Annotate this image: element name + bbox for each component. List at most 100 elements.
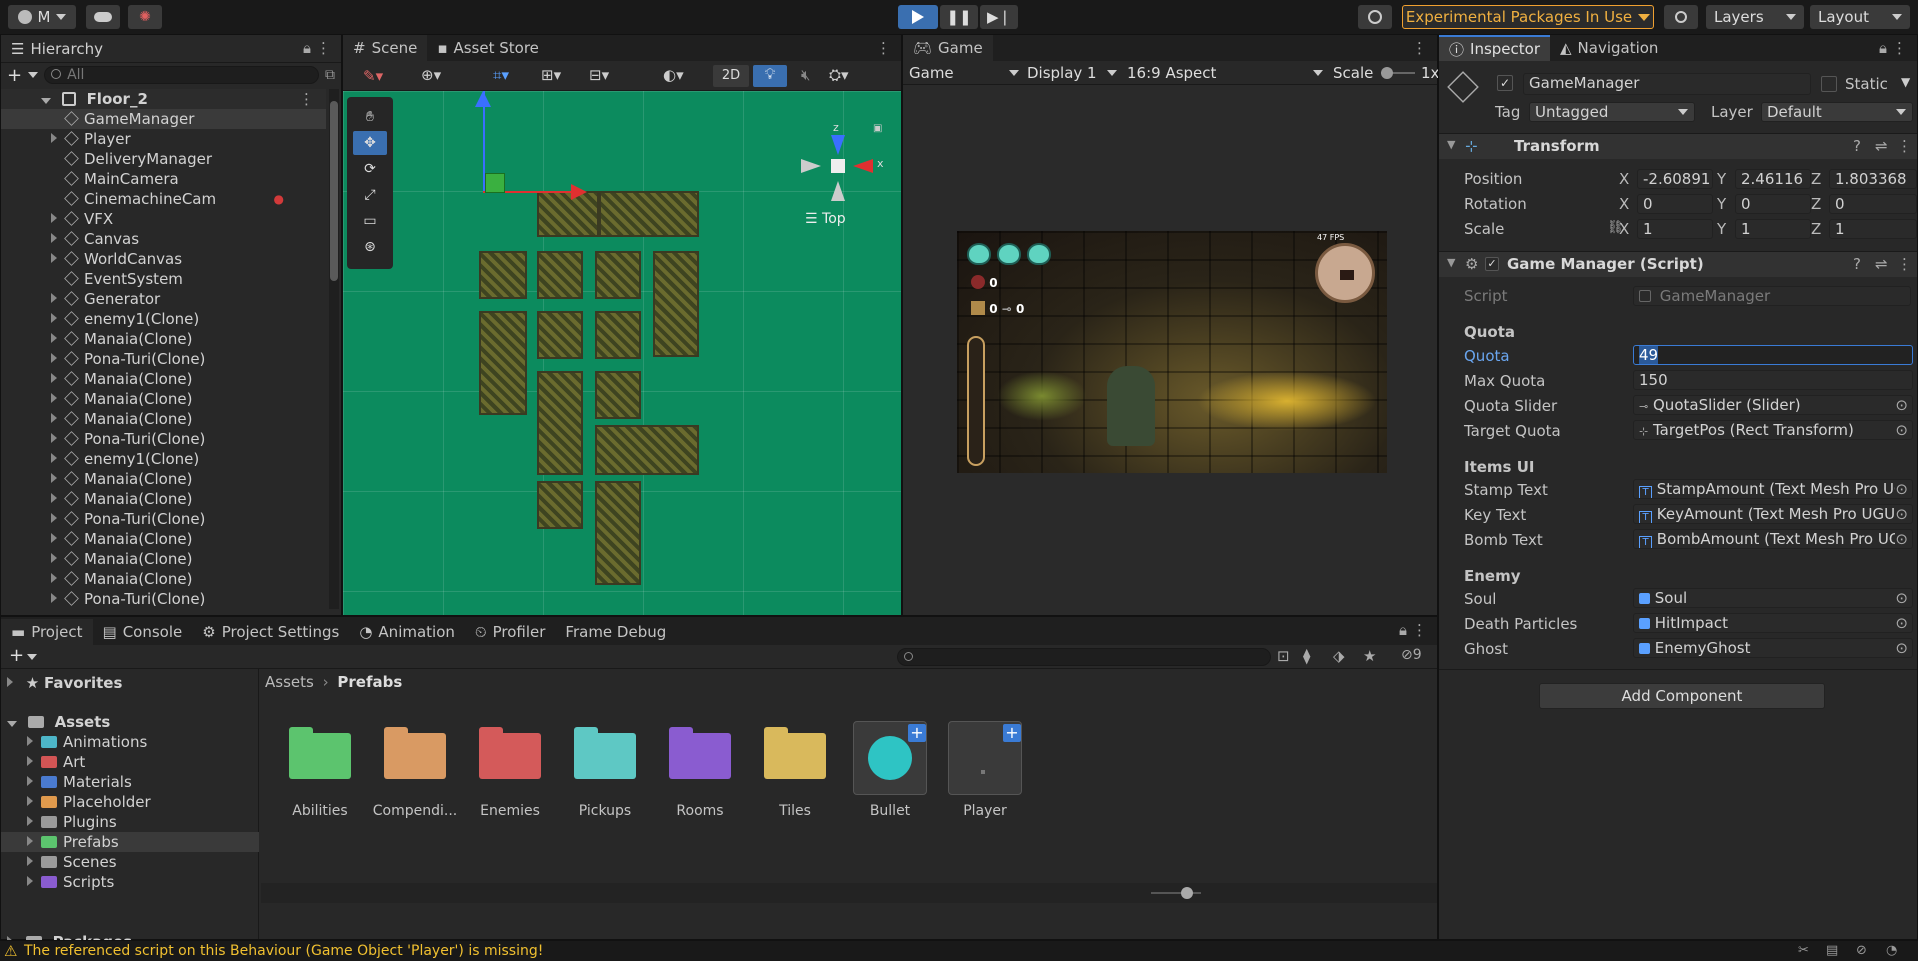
rotation-x-input[interactable]: 0 — [1637, 194, 1713, 214]
object-picker-icon[interactable]: ⊙ — [1895, 614, 1908, 632]
kebab-menu-icon[interactable]: ⋮ — [1892, 39, 1907, 57]
collab-button[interactable]: ✺ — [128, 5, 162, 29]
chevron-right-icon[interactable] — [51, 513, 57, 523]
scale-slider[interactable] — [1381, 67, 1415, 79]
chevron-right-icon[interactable] — [27, 776, 33, 786]
display-dropdown[interactable]: Display 1 — [1027, 64, 1117, 82]
max-quota-input[interactable]: 150 — [1633, 370, 1913, 390]
tab-scene[interactable]: # Scene — [343, 35, 428, 61]
search-button[interactable] — [1664, 5, 1698, 29]
step-button[interactable]: ▶❘ — [980, 5, 1018, 29]
expand-prefab-icon[interactable]: + — [1003, 724, 1021, 742]
rotate-tool-icon[interactable]: ⟳ — [353, 157, 387, 181]
hierarchy-item[interactable]: Generator — [1, 289, 326, 309]
axis-label-z[interactable]: Z — [1811, 195, 1821, 213]
hierarchy-item[interactable]: VFX — [1, 209, 326, 229]
axis-label-x[interactable]: X — [1619, 195, 1629, 213]
scale-x-input[interactable]: 1 — [1637, 219, 1713, 239]
hierarchy-item[interactable]: Manaia(Clone) — [1, 329, 326, 349]
chevron-right-icon[interactable] — [51, 413, 57, 423]
help-icon[interactable]: ? — [1853, 137, 1861, 155]
layout-dropdown[interactable]: Layout — [1810, 5, 1910, 29]
scale-tool-icon[interactable]: ⤢ — [353, 183, 387, 207]
scale-slider-thumb[interactable] — [1381, 67, 1393, 79]
chevron-right-icon[interactable] — [51, 133, 57, 143]
scene-viewport[interactable]: ✋︎ ✥ ⟳ ⤢ ▭ ⊛ z x ▣ ☰ Top — [343, 91, 901, 615]
tag-dropdown[interactable]: Untagged — [1529, 102, 1695, 122]
chevron-right-icon[interactable] — [27, 876, 33, 886]
transform-tool-icon[interactable]: ⊛ — [353, 235, 387, 259]
death-particles-field[interactable]: HitImpact ⊙ — [1633, 613, 1913, 633]
experimental-packages-button[interactable]: Experimental Packages In Use — [1402, 5, 1654, 29]
object-name-input[interactable]: GameManager — [1523, 73, 1811, 95]
chevron-right-icon[interactable] — [51, 213, 57, 223]
filter-type-icon[interactable]: ⧫ — [1303, 647, 1310, 665]
project-folder-item[interactable]: Plugins — [1, 812, 259, 832]
quota-input[interactable]: 49 — [1633, 345, 1913, 365]
debug-icon[interactable]: ✂ — [1798, 943, 1809, 958]
chevron-right-icon[interactable] — [27, 736, 33, 746]
chevron-right-icon[interactable] — [51, 493, 57, 503]
rotation-z-input[interactable]: 0 — [1829, 194, 1917, 214]
object-picker-icon[interactable]: ⊙ — [1895, 396, 1908, 414]
increment-snap-icon[interactable]: ⊟▾ — [589, 66, 609, 84]
lock-icon[interactable]: 🔒︎ — [303, 39, 311, 57]
move-snap-icon[interactable]: ⌗▾ — [493, 66, 509, 84]
game-viewport[interactable]: 0 0 ⊸ 0 47 FPS — [903, 85, 1437, 615]
kebab-menu-icon[interactable]: ⋮ — [1412, 39, 1427, 57]
project-folder-item[interactable]: Placeholder — [1, 792, 259, 812]
tab-inspector[interactable]: ⓘ Inspector — [1439, 35, 1550, 61]
preset-icon[interactable]: ⇌ — [1875, 137, 1888, 155]
gizmo-center-cube[interactable] — [831, 159, 845, 173]
object-picker-icon[interactable]: ⊙ — [1895, 480, 1908, 498]
stamp-text-field[interactable]: T StampAmount (Text Mesh Pro UG ⊙ — [1633, 479, 1913, 499]
grid-snap-icon[interactable]: ⊞▾ — [541, 66, 561, 84]
scrollbar-thumb[interactable] — [330, 101, 338, 281]
transform-header[interactable]: ▼ ⊹ Transform ? ⇌ ⋮ — [1439, 133, 1917, 159]
chevron-right-icon[interactable] — [51, 253, 57, 263]
chevron-right-icon[interactable] — [27, 756, 33, 766]
effects-icon[interactable]: ⛭▾ — [829, 66, 849, 84]
chevron-right-icon[interactable] — [51, 353, 57, 363]
kebab-menu-icon[interactable]: ⋮ — [1897, 137, 1912, 155]
object-picker-icon[interactable]: ⊙ — [1895, 530, 1908, 548]
chevron-right-icon[interactable] — [51, 373, 57, 383]
chevron-right-icon[interactable] — [27, 836, 33, 846]
hierarchy-item[interactable]: Manaia(Clone) — [1, 409, 326, 429]
hand-tool-icon[interactable]: ✋︎ — [353, 105, 387, 129]
tab-animation[interactable]: ◔ Animation — [349, 619, 465, 645]
hierarchy-search-input[interactable]: All — [44, 66, 319, 84]
hierarchy-item[interactable]: Pona-Turi(Clone) — [1, 589, 326, 609]
play-button[interactable] — [898, 5, 938, 29]
shading-icon[interactable]: ◐▾ — [663, 66, 684, 84]
target-quota-field[interactable]: ⊹ TargetPos (Rect Transform) ⊙ — [1633, 420, 1913, 440]
asset-folder[interactable]: Rooms — [655, 719, 745, 819]
hierarchy-item[interactable]: DeliveryManager — [1, 149, 326, 169]
asset-prefab[interactable]: + Bullet — [845, 719, 935, 819]
scale-z-input[interactable]: 1 — [1829, 219, 1917, 239]
project-folder-item[interactable]: Animations — [1, 732, 259, 752]
chevron-right-icon[interactable] — [51, 313, 57, 323]
hierarchy-item[interactable]: WorldCanvas — [1, 249, 326, 269]
project-folder-item[interactable]: Art — [1, 752, 259, 772]
expand-prefab-icon[interactable]: + — [908, 724, 926, 742]
draw-mode-icon[interactable]: ✎▾ — [363, 67, 383, 85]
hierarchy-item[interactable]: Manaia(Clone) — [1, 489, 326, 509]
breadcrumb-prefabs[interactable]: Prefabs — [337, 673, 402, 691]
asset-folder[interactable]: Tiles — [750, 719, 840, 819]
tab-profiler[interactable]: ⏲ Profiler — [465, 619, 556, 645]
active-checkbox[interactable]: ✓ — [1497, 75, 1513, 91]
gizmo-neg-x-cone[interactable] — [801, 159, 821, 173]
lock-icon[interactable]: 🔒︎ — [1879, 39, 1887, 57]
view-label-top[interactable]: ☰ Top — [805, 211, 846, 227]
icon-size-slider[interactable] — [1151, 887, 1201, 899]
hierarchy-item[interactable]: Manaia(Clone) — [1, 469, 326, 489]
tab-frame-debug[interactable]: Frame Debug — [555, 619, 676, 645]
rotation-y-input[interactable]: 0 — [1735, 194, 1811, 214]
add-button[interactable]: + — [7, 65, 22, 86]
orientation-gizmo[interactable]: z x ▣ — [793, 121, 884, 211]
game-view-dropdown[interactable]: Game — [909, 64, 1019, 82]
kebab-menu-icon[interactable]: ⋮ — [299, 89, 314, 109]
add-component-button[interactable]: Add Component — [1539, 683, 1825, 709]
kebab-menu-icon[interactable]: ⋮ — [1897, 255, 1912, 273]
